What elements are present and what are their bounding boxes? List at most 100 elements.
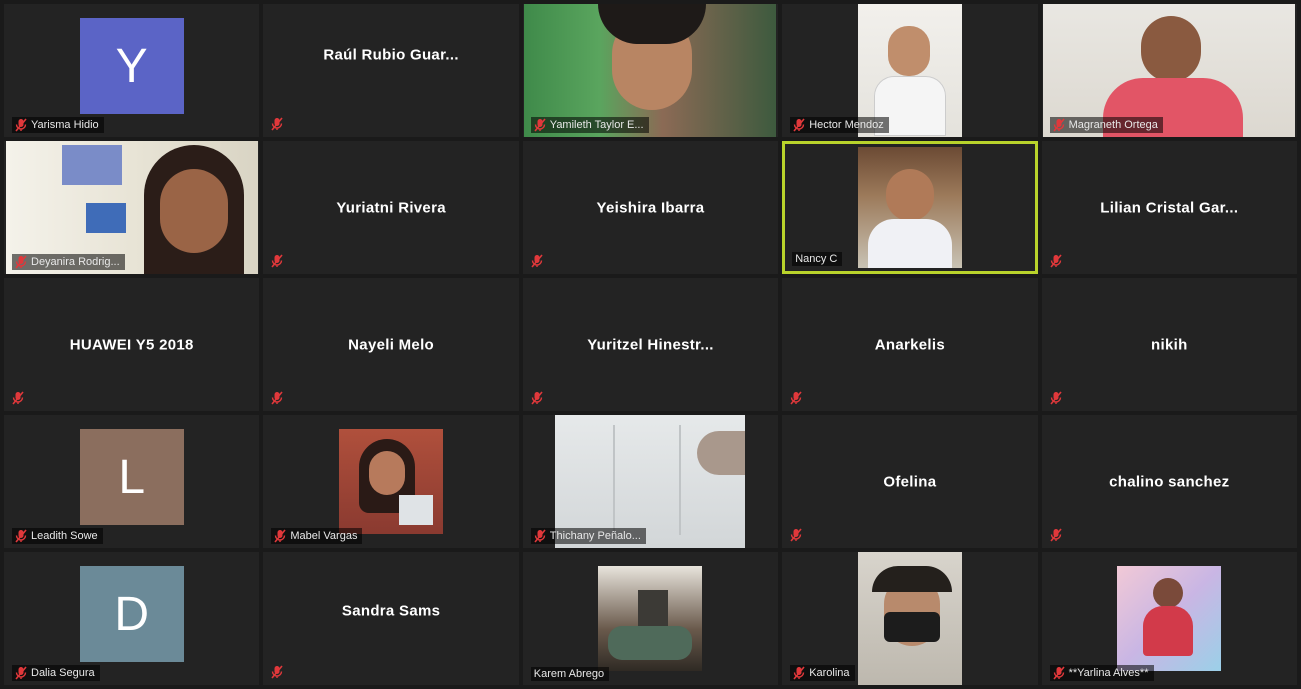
participant-label: Leadith Sowe	[12, 528, 103, 544]
poster-shape	[61, 145, 122, 185]
wall-line	[679, 425, 682, 535]
participant-tile[interactable]: Nayeli Melo	[263, 278, 519, 411]
avatar-initial: D	[114, 587, 150, 641]
participant-tile[interactable]: Mabel Vargas	[263, 415, 519, 548]
participant-name: Thichany Peñalo...	[549, 530, 641, 542]
participant-tile[interactable]: L Leadith Sowe	[4, 415, 260, 548]
participant-label: Dalia Segura	[12, 665, 100, 681]
participant-label: Magraneth Ortega	[1049, 117, 1163, 133]
participant-display-name: Yuritzel Hinestr...	[587, 336, 714, 353]
participant-name: Leadith Sowe	[31, 530, 98, 542]
participant-display-name: Raúl Rubio Guar...	[323, 46, 459, 64]
participant-tile[interactable]: nikih	[1041, 278, 1297, 411]
face-shape	[369, 451, 406, 495]
muted-mic-icon	[271, 665, 284, 679]
participant-video	[598, 566, 703, 671]
face-shape	[1141, 16, 1202, 82]
participant-tile[interactable]: Yeishira Ibarra	[522, 141, 779, 274]
participant-display-name: Nayeli Melo	[348, 336, 435, 353]
muted-mic-icon	[15, 666, 27, 680]
muted-mic-icon	[793, 118, 805, 132]
wall-line	[613, 425, 616, 535]
dress-shape	[1143, 606, 1194, 656]
participant-avatar: Y	[79, 18, 184, 114]
muted-mic-icon	[271, 391, 284, 405]
avatar-initial: L	[118, 450, 146, 504]
poster-shape	[85, 203, 126, 233]
participant-tile[interactable]: Magraneth Ortega	[1041, 4, 1297, 137]
muted-mic-icon	[1049, 254, 1062, 268]
muted-mic-icon	[271, 117, 284, 131]
muted-mic-icon	[793, 666, 805, 680]
participant-tile[interactable]: Thichany Peñalo...	[522, 415, 779, 548]
mask-shape	[883, 612, 940, 642]
participant-tile[interactable]: Karolina	[782, 552, 1038, 685]
participant-tile[interactable]: Yuriatni Rivera	[263, 141, 519, 274]
participant-tile[interactable]: Raúl Rubio Guar...	[263, 4, 519, 137]
muted-mic-icon	[271, 254, 284, 268]
participant-display-name: Yeishira Ibarra	[596, 199, 705, 216]
muted-mic-icon	[274, 529, 287, 543]
participant-display-name: nikih	[1151, 336, 1188, 353]
face-shape	[159, 169, 228, 253]
participant-label: Hector Mendoz	[790, 117, 889, 133]
participant-tile[interactable]: Deyanira Rodrig...	[4, 141, 260, 274]
muted-mic-icon	[1049, 391, 1062, 405]
participant-label: Mabel Vargas	[271, 528, 363, 544]
muted-mic-icon	[790, 391, 802, 405]
hair-shape	[871, 566, 952, 592]
participant-label: Nancy C	[792, 252, 843, 266]
object-shape	[608, 626, 693, 660]
participant-avatar: D	[79, 566, 184, 662]
participant-name: **Yarlina Alves**	[1068, 667, 1149, 679]
participant-display-name: chalino sanchez	[1109, 473, 1230, 490]
participant-tile[interactable]: Yuritzel Hinestr...	[522, 278, 779, 411]
muted-mic-icon	[1052, 118, 1065, 132]
participant-name: Deyanira Rodrig...	[31, 256, 120, 268]
participant-avatar: L	[79, 429, 184, 525]
muted-mic-icon	[531, 254, 543, 268]
participant-label: Karem Abrego	[530, 667, 610, 681]
participant-display-name: Yuriatni Rivera	[336, 199, 446, 216]
participant-tile[interactable]: Karem Abrego	[522, 552, 779, 685]
participant-label: Thichany Peñalo...	[530, 528, 646, 544]
participant-tile[interactable]: Y Yarisma Hidio	[4, 4, 260, 137]
participant-label: Yarisma Hidio	[12, 117, 104, 133]
participant-label: Yamileth Taylor E...	[530, 117, 649, 133]
participant-display-name: Anarkelis	[874, 336, 946, 353]
participant-video	[339, 429, 444, 534]
participant-name: Karem Abrego	[533, 668, 605, 680]
participant-tile[interactable]: **Yarlina Alves**	[1041, 552, 1297, 685]
participant-display-name: Ofelina	[883, 473, 937, 490]
muted-mic-icon	[15, 255, 27, 269]
participant-display-name: Sandra Sams	[341, 602, 441, 620]
participant-name: Yamileth Taylor E...	[549, 119, 644, 131]
active-speaker-tile[interactable]: Nancy C	[782, 141, 1038, 274]
participant-display-name: Lilian Cristal Gar...	[1100, 199, 1239, 216]
participant-tile[interactable]: Lilian Cristal Gar...	[1041, 141, 1297, 274]
muted-mic-icon	[534, 118, 546, 132]
muted-mic-icon	[1049, 528, 1062, 542]
participant-name: Magraneth Ortega	[1068, 119, 1158, 131]
participant-tile[interactable]: Sandra Sams	[263, 552, 519, 685]
muted-mic-icon	[15, 118, 27, 132]
shirt-shape	[867, 219, 952, 268]
muted-mic-icon	[12, 391, 24, 405]
participant-video	[857, 147, 962, 268]
participant-tile[interactable]: chalino sanchez	[1041, 415, 1297, 548]
participant-tile[interactable]: Yamileth Taylor E...	[522, 4, 779, 137]
participant-tile[interactable]: D Dalia Segura	[4, 552, 260, 685]
participant-display-name: HUAWEI Y5 2018	[69, 336, 194, 353]
face-shape	[887, 26, 930, 76]
participant-tile[interactable]: Ofelina	[782, 415, 1038, 548]
participant-label: Deyanira Rodrig...	[12, 254, 125, 270]
participant-name: Mabel Vargas	[290, 530, 358, 542]
muted-mic-icon	[531, 391, 543, 405]
hand-shape	[697, 431, 746, 475]
muted-mic-icon	[1052, 666, 1065, 680]
participant-name: Hector Mendoz	[809, 119, 884, 131]
participant-tile[interactable]: Anarkelis	[782, 278, 1038, 411]
participant-name: Dalia Segura	[31, 667, 95, 679]
participant-tile[interactable]: HUAWEI Y5 2018	[4, 278, 260, 411]
participant-tile[interactable]: Hector Mendoz	[782, 4, 1038, 137]
